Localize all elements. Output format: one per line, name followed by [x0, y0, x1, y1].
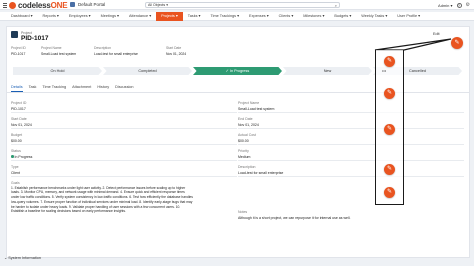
field-priority: Priority Medium	[238, 149, 251, 159]
summary-project-id: Project ID PID-1017	[11, 46, 26, 56]
field-project-id: Project ID PID-1017	[11, 101, 27, 111]
scope-chevron-down-icon: ▾	[166, 3, 168, 7]
stage-0[interactable]: On Hold	[13, 67, 102, 75]
gear-icon[interactable]: ⚙	[466, 2, 470, 8]
goals-line: Establish a baseline for scaling decisio…	[11, 209, 126, 214]
edit-pencil-icon[interactable]: ✎	[384, 56, 395, 67]
edit-pencil-icon[interactable]: ✎	[384, 187, 395, 198]
tab-attachment[interactable]: Attachment	[72, 85, 91, 92]
user-name: Admin	[438, 2, 450, 8]
edit-pencil-icon[interactable]: ✎	[451, 37, 463, 49]
nav-item-attendance[interactable]: Attendance ▾	[124, 12, 156, 21]
divider	[11, 160, 237, 161]
nav-item-user-profile[interactable]: User Profile ▾	[392, 12, 425, 21]
user-chevron-down-icon: ▾	[450, 2, 453, 8]
nav-item-employees[interactable]: Employees ▾	[64, 12, 96, 21]
edit-pencil-icon[interactable]: ✎	[384, 164, 395, 175]
edit-button[interactable]: Edit	[433, 32, 440, 36]
nav-item-weekly-tasks[interactable]: Weekly Tasks ▾	[356, 12, 392, 21]
nav-item-time-trackings[interactable]: Time Trackings ▾	[205, 12, 244, 21]
edit-pencil-icon[interactable]: ✎	[384, 88, 395, 99]
field-end-date: End Date Nov 01, 2024	[238, 117, 259, 127]
divider	[11, 144, 237, 145]
field-notes: Notes Although it is a short project, we…	[238, 210, 351, 220]
field-actual-cost: Actual Cost $00.00	[238, 133, 256, 143]
summary-project-name: Project Name Small-Load test system	[41, 46, 77, 56]
divider	[11, 128, 237, 129]
field-start-date: Start Date Nov 01, 2024	[11, 117, 32, 127]
tab-history[interactable]: History	[97, 85, 109, 92]
user-menu[interactable]: Admin ▾	[438, 3, 452, 8]
summary-start-date: Start Date Nov 01, 2024	[166, 46, 187, 56]
system-information-label: System Information	[8, 256, 41, 260]
record-title: PID-1017	[21, 35, 49, 42]
search-icon[interactable]: ⌕	[335, 3, 337, 8]
record-tabs: Details Task Time Tracking Attachment Histor…	[11, 85, 134, 92]
divider	[238, 112, 464, 113]
status-dot-icon	[11, 155, 14, 158]
divider	[238, 160, 464, 161]
main-nav: Dashboard ▾ Reports ▾ Employees ▾ Meetings …	[0, 11, 474, 21]
project-icon	[11, 31, 18, 38]
portal-icon	[70, 2, 75, 7]
app-logo[interactable]: codelessONE	[9, 0, 68, 10]
divider	[11, 176, 237, 177]
edit-pencil-icon[interactable]: ✎	[384, 124, 395, 135]
portal-name: Default Portal	[78, 2, 106, 7]
stage-1[interactable]: Completed	[103, 67, 192, 75]
field-status: Status In Progress	[11, 149, 33, 159]
tab-discussion[interactable]: Discussion	[115, 85, 133, 92]
topbar-actions: Admin ▾ ? ⚙	[438, 2, 470, 8]
field-description: Description Load-test for small enterpri…	[238, 165, 284, 175]
nav-item-meetings[interactable]: Meetings ▾	[96, 12, 124, 21]
nav-item-reports[interactable]: Reports ▾	[38, 12, 64, 21]
nav-item-budgets[interactable]: Budgets ▾	[329, 12, 356, 21]
menu-icon[interactable]	[3, 3, 7, 8]
nav-item-tasks[interactable]: Tasks ▾	[183, 12, 206, 21]
divider	[238, 128, 464, 129]
stage-3[interactable]: New	[283, 67, 372, 75]
summary-description: Description Load-test for small enterpri…	[94, 46, 138, 56]
status-value: In Progress	[14, 154, 33, 159]
divider	[238, 144, 464, 145]
logo-text-prefix: codeless	[18, 0, 51, 10]
field-goals: Goals 1. Establish performance benchmark…	[11, 181, 236, 214]
more-options-icon[interactable]: •••	[382, 68, 386, 73]
nav-item-expenses[interactable]: Expenses ▾	[244, 12, 274, 21]
search-scope[interactable]: All Objects	[148, 3, 165, 7]
nav-item-projects[interactable]: Projects ▾	[156, 11, 183, 21]
nav-item-milestones[interactable]: Milestones ▾	[298, 12, 329, 21]
field-budget: Budget $00.00	[11, 133, 23, 143]
tab-details[interactable]: Details	[11, 85, 23, 92]
tab-time-tracking[interactable]: Time Tracking	[42, 85, 66, 92]
tab-task[interactable]: Task	[29, 85, 37, 92]
logo-mark-icon	[9, 1, 16, 9]
logo-text-suffix: ONE	[50, 0, 68, 10]
stage-2[interactable]: ✓ In Progress	[193, 67, 282, 75]
help-icon[interactable]: ?	[456, 2, 462, 8]
nav-item-dashboard[interactable]: Dashboard ▾	[6, 12, 38, 21]
global-search[interactable]: All Objects ▾ ⌕	[145, 2, 340, 8]
divider	[11, 112, 237, 113]
goals-text: 1. Establish performance benchmarks unde…	[11, 186, 236, 214]
divider	[238, 176, 464, 177]
top-bar: codelessONE Default Portal All Objects ▾…	[0, 0, 474, 10]
system-information-toggle[interactable]: ⌄ System Information	[4, 255, 41, 260]
nav-item-clients[interactable]: Clients ▾	[274, 12, 299, 21]
portal-switcher[interactable]: Default Portal	[70, 2, 105, 7]
field-type: Type Client	[11, 165, 20, 175]
field-project-name: Project Name Small-Load test system	[238, 101, 275, 111]
